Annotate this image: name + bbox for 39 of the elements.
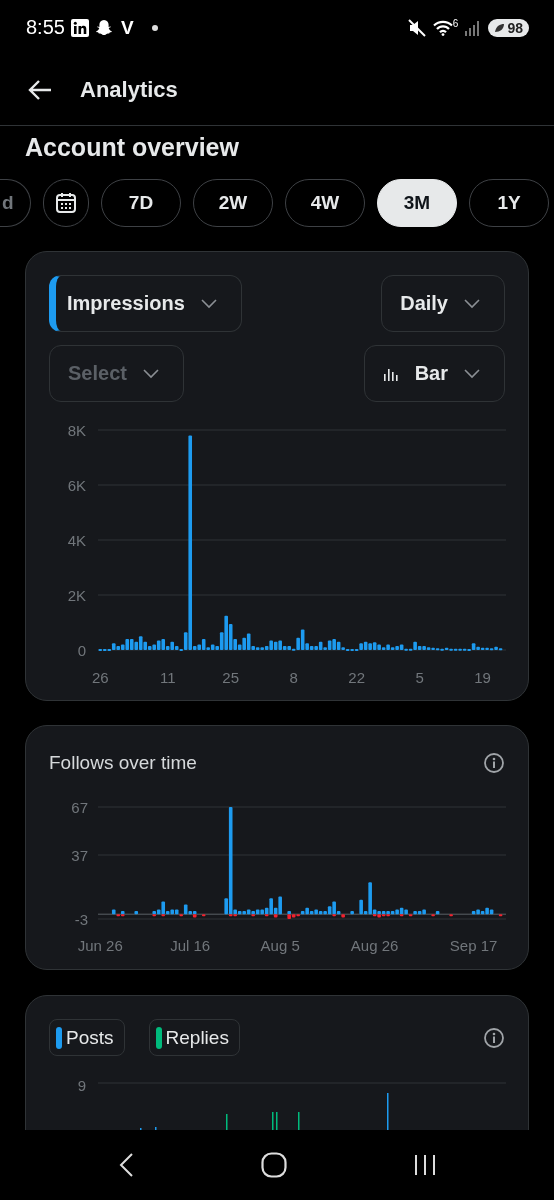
x-axis-label: Sep 17 — [449, 937, 498, 954]
x-axis-label: Jun 26 — [77, 937, 123, 954]
legend-toggle[interactable]: Replies — [148, 1019, 240, 1056]
section-title: Account overview — [25, 132, 240, 162]
y-axis-label: 9 — [77, 1077, 86, 1094]
range-tab[interactable]: 3M — [377, 179, 457, 227]
x-axis-label: 5 — [415, 669, 424, 686]
range-tab[interactable]: 7D — [101, 179, 181, 227]
page-title: Analytics — [80, 77, 178, 103]
x-axis-label: Aug 26 — [350, 937, 399, 954]
range-tab[interactable]: 2W — [193, 179, 273, 227]
x-axis-label: Jul 16 — [170, 937, 211, 954]
y-axis-label: 37 — [71, 847, 88, 864]
x-axis-label: 8 — [289, 669, 298, 686]
battery-indicator: 98 — [488, 18, 529, 37]
x-axis-label: 26 — [91, 669, 109, 686]
x-axis-label: Aug 5 — [260, 937, 300, 954]
y-axis-label: 67 — [71, 799, 88, 816]
y-axis-label: 8K — [67, 422, 86, 439]
y-axis-label: 0 — [77, 642, 86, 659]
x-axis-label: 25 — [222, 669, 240, 686]
x-axis-label: 22 — [348, 669, 365, 686]
network-type-label: 6 — [452, 17, 459, 29]
range-tab[interactable]: 4W — [285, 179, 365, 227]
y-axis-label: 4K — [67, 532, 86, 549]
range-tab[interactable]: 1Y — [469, 179, 549, 227]
clock-time: 8:55 — [26, 16, 65, 39]
metric-dropdown[interactable]: Impressions — [49, 275, 242, 332]
x-axis-label: 11 — [159, 669, 176, 686]
chart-type-dropdown[interactable]: Bar — [363, 345, 505, 402]
y-axis-label: 2K — [67, 587, 86, 604]
carrier-letter: V — [120, 16, 134, 39]
card-title: Follows over time — [49, 752, 197, 774]
y-axis-label: 6K — [67, 477, 86, 494]
x-axis-label: 19 — [474, 669, 491, 686]
legend-toggle[interactable]: Posts — [49, 1019, 125, 1056]
interval-dropdown[interactable]: Daily — [381, 275, 505, 332]
range-tab[interactable]: d — [0, 179, 31, 227]
y-axis-label: -3 — [74, 911, 88, 928]
